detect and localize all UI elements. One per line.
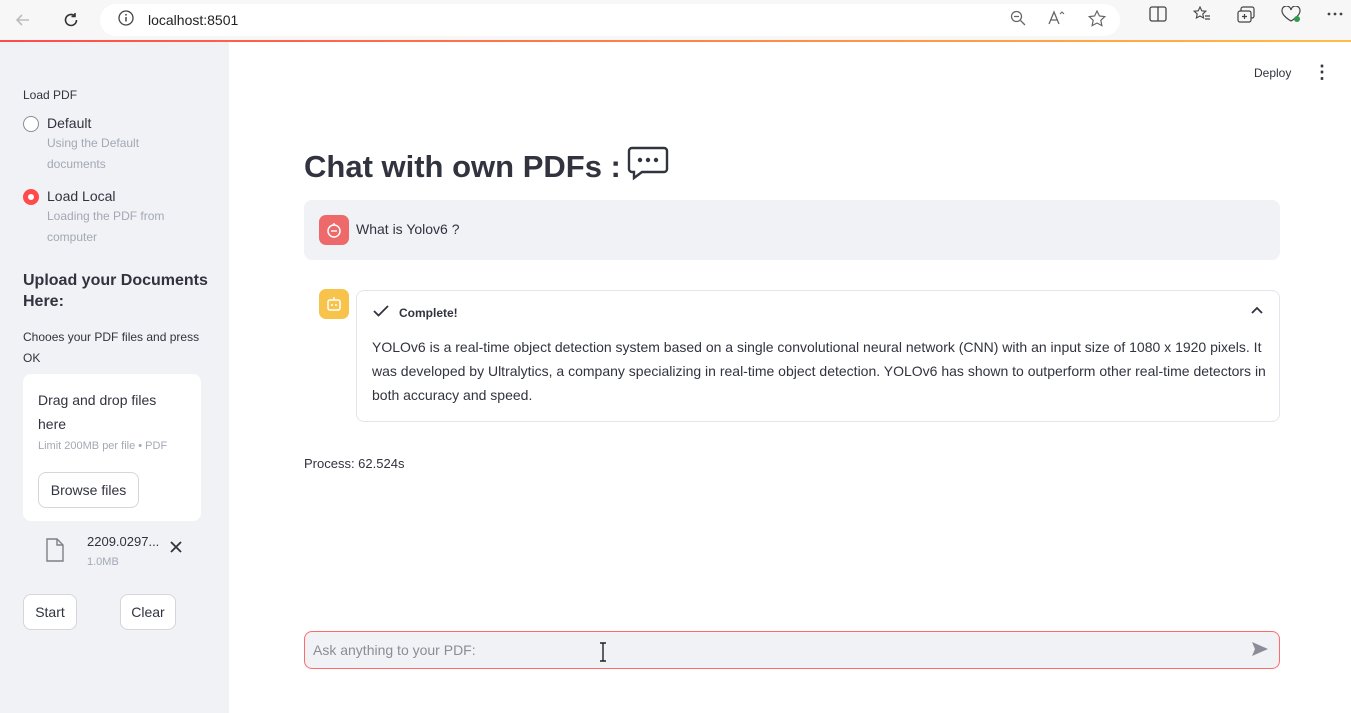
radio-default[interactable] [23, 116, 39, 132]
radio-load-local-help: Loading the PDF from computer [47, 209, 165, 244]
load-pdf-label: Load PDF [23, 88, 78, 102]
assistant-answer-text: YOLOv6 is a real-time object detection s… [372, 339, 1266, 403]
remove-file-icon[interactable] [169, 538, 183, 559]
favorite-star-icon[interactable] [1087, 9, 1107, 32]
upload-title: Upload your Documents Here: [23, 272, 208, 310]
page-title-text: Chat with own PDFs : [304, 149, 621, 184]
file-dropzone[interactable]: Drag and drop files here Limit 200MB per… [23, 374, 201, 521]
user-message-text: What is Yolov6 ? [356, 221, 460, 237]
dropzone-title: Drag and drop files here [38, 392, 157, 432]
info-icon[interactable] [118, 9, 134, 31]
sidebar: Load PDF Default Using the Default docum… [0, 42, 229, 713]
user-avatar-icon [319, 215, 349, 245]
zoom-out-icon[interactable] [1010, 10, 1026, 32]
status-label: Complete! [399, 305, 458, 320]
radio-option-load-local[interactable]: Load Local Loading the PDF from computer [23, 188, 177, 248]
address-bar[interactable]: localhost:8501 [100, 4, 1120, 36]
chat-input[interactable] [313, 638, 1213, 662]
url-text[interactable]: localhost:8501 [148, 12, 238, 28]
page-title: Chat with own PDFs : [304, 145, 669, 189]
radio-load-local[interactable] [23, 189, 39, 205]
user-chat-message: What is Yolov6 ? [304, 200, 1280, 260]
file-icon [45, 538, 65, 567]
radio-load-local-label[interactable]: Load Local [47, 188, 177, 204]
dropzone-limit: Limit 200MB per file • PDF [38, 440, 168, 452]
browser-essentials-icon[interactable] [1281, 5, 1301, 28]
reload-icon[interactable] [54, 3, 88, 37]
file-name: 2209.0297... [87, 534, 160, 549]
uploaded-file: 2209.0297... 1.0MB [45, 534, 205, 574]
read-aloud-icon[interactable] [1048, 10, 1066, 32]
browser-toolbar: localhost:8501 [0, 0, 1351, 40]
upload-help: Chooes your PDF files and press OK [23, 330, 200, 365]
chevron-up-icon[interactable] [1251, 303, 1263, 321]
check-icon [373, 305, 389, 320]
radio-option-default[interactable]: Default Using the Default documents [23, 115, 177, 175]
split-screen-icon[interactable] [1149, 6, 1167, 28]
favorites-list-icon[interactable] [1192, 5, 1211, 28]
send-icon[interactable] [1251, 641, 1269, 662]
browse-files-button[interactable]: Browse files [38, 472, 139, 508]
assistant-avatar-icon [319, 289, 349, 319]
start-button[interactable]: Start [23, 594, 77, 630]
radio-default-help: Using the Default documents [47, 136, 140, 171]
back-arrow-icon[interactable] [6, 3, 40, 37]
file-size: 1.0MB [87, 556, 119, 568]
collections-icon[interactable] [1237, 6, 1255, 28]
status-header[interactable]: Complete! [373, 305, 458, 320]
deploy-button[interactable]: Deploy [1254, 66, 1291, 80]
status-expander[interactable]: Complete! YOLOv6 is a real-time object d… [356, 290, 1280, 422]
speech-bubble-icon [621, 145, 669, 189]
chat-input-container[interactable] [304, 631, 1280, 669]
more-options-icon[interactable] [1327, 6, 1343, 28]
radio-default-label[interactable]: Default [47, 115, 177, 131]
text-cursor-icon [598, 642, 608, 667]
process-time-text: Process: 62.524s [304, 456, 405, 471]
clear-button[interactable]: Clear [120, 594, 176, 630]
main-menu-icon[interactable]: ⋮ [1313, 62, 1331, 83]
